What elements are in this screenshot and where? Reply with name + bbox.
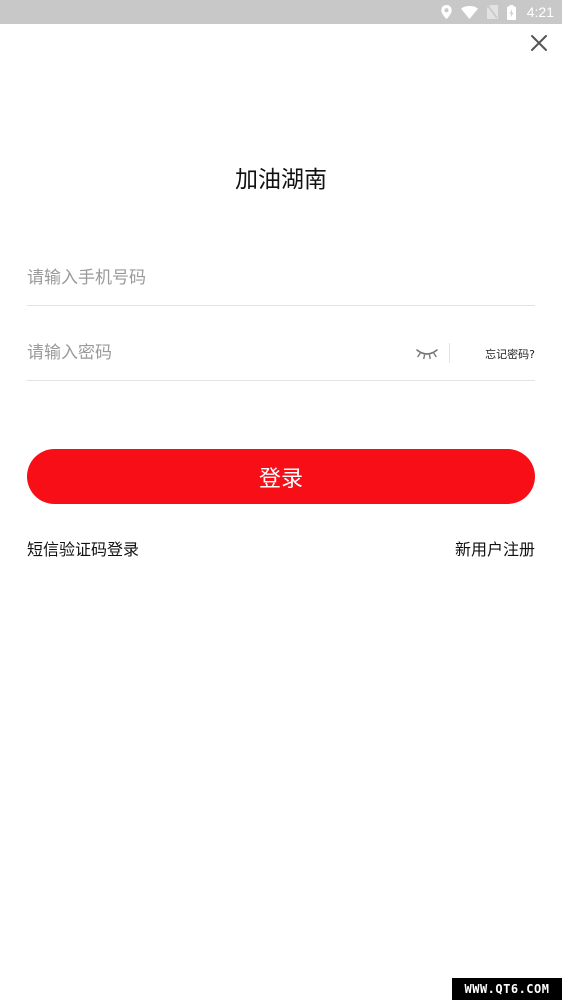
watermark: WWW.QT6.COM — [452, 978, 562, 1000]
register-link[interactable]: 新用户注册 — [455, 536, 535, 560]
status-time: 4:21 — [526, 4, 554, 20]
location-icon — [441, 5, 452, 19]
forgot-password-link[interactable]: 忘记密码? — [485, 346, 535, 362]
close-icon — [531, 35, 547, 51]
phone-field — [27, 254, 535, 306]
no-sim-icon — [486, 5, 498, 19]
password-field: 忘记密码? — [27, 329, 535, 381]
close-button[interactable] — [527, 31, 551, 55]
phone-input[interactable] — [27, 254, 535, 302]
password-input[interactable] — [27, 329, 407, 377]
status-icons: 4:21 — [441, 0, 554, 24]
sms-login-link[interactable]: 短信验证码登录 — [27, 536, 139, 560]
status-bar: 4:21 — [0, 0, 562, 24]
battery-icon — [506, 4, 516, 20]
login-button[interactable]: 登录 — [27, 449, 535, 504]
toggle-password-visibility-button[interactable] — [415, 345, 439, 361]
page-title: 加油湖南 — [235, 167, 327, 193]
wifi-icon — [460, 5, 478, 19]
field-divider — [449, 343, 450, 363]
eye-closed-icon — [416, 349, 438, 360]
